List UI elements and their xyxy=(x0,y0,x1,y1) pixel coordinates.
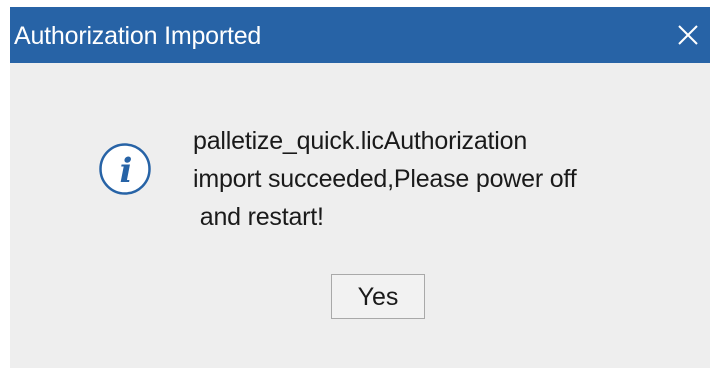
message-line: and restart! xyxy=(193,203,324,231)
authorization-dialog: Authorization Imported i palletize_quick… xyxy=(10,7,710,368)
info-icon: i xyxy=(99,143,151,195)
message-text: palletize_quick.licAuthorization import … xyxy=(193,122,693,236)
close-icon xyxy=(678,25,698,45)
message-line: palletize_quick.licAuthorization xyxy=(193,127,528,155)
dialog-title: Authorization Imported xyxy=(14,22,262,50)
yes-button[interactable]: Yes xyxy=(331,274,425,319)
dialog-titlebar[interactable]: Authorization Imported xyxy=(10,7,710,63)
svg-text:i: i xyxy=(120,151,133,191)
close-button[interactable] xyxy=(666,7,710,63)
message-line: import succeeded,Please power off xyxy=(193,165,577,193)
